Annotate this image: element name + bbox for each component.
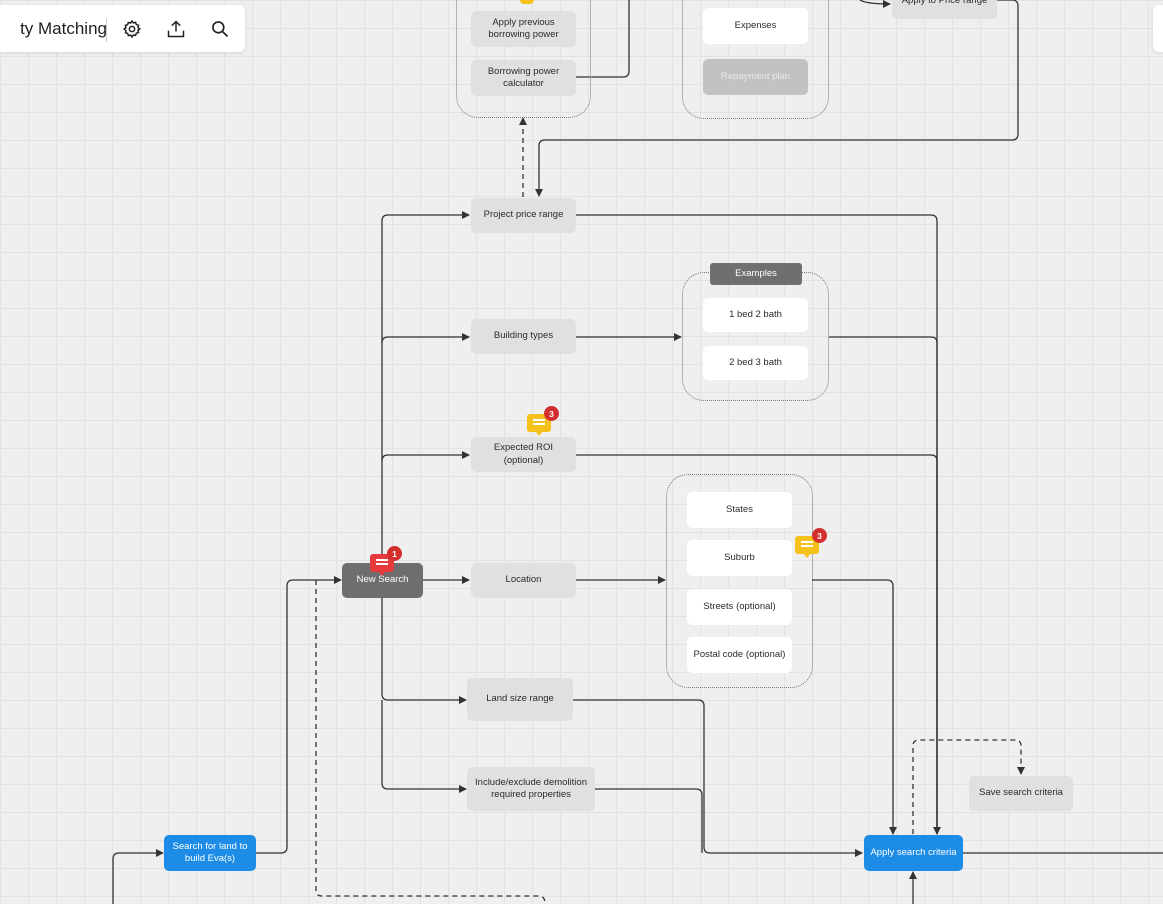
comment-count-badge: 3 bbox=[544, 406, 559, 421]
board-toolbar: ty Matching bbox=[0, 5, 245, 52]
comment-roi[interactable]: 3 bbox=[527, 406, 559, 436]
comment-new-search[interactable]: 1 bbox=[370, 546, 402, 576]
comment-lines bbox=[533, 419, 545, 421]
apply-search-criteria-node[interactable]: Apply search criteria bbox=[864, 835, 963, 871]
comment-tail bbox=[535, 431, 543, 436]
search-for-land-node[interactable]: Search for land to build Eva(s) bbox=[164, 835, 256, 871]
land-size-range-node[interactable]: Land size range bbox=[467, 678, 573, 721]
examples-group bbox=[682, 272, 829, 401]
suburb-node[interactable]: Suburb bbox=[687, 540, 792, 576]
right-panel-edge[interactable] bbox=[1153, 5, 1163, 52]
streets-node[interactable]: Streets (optional) bbox=[687, 589, 792, 625]
location-node[interactable]: Location bbox=[471, 563, 576, 598]
project-price-range-node[interactable]: Project price range bbox=[471, 198, 576, 233]
borrowing-calculator-node[interactable]: Borrowing power calculator bbox=[471, 60, 576, 96]
board-title[interactable]: ty Matching bbox=[20, 5, 107, 52]
bed-2-3-node[interactable]: 2 bed 3 bath bbox=[703, 346, 808, 380]
comment-count-badge: 3 bbox=[812, 528, 827, 543]
building-types-node[interactable]: Building types bbox=[471, 319, 576, 354]
examples-header: Examples bbox=[710, 263, 802, 285]
save-search-criteria-node[interactable]: Save search criteria bbox=[969, 776, 1073, 811]
comment-count-badge: 1 bbox=[387, 546, 402, 561]
repayment-plan-node[interactable]: Repayment plan bbox=[703, 59, 808, 95]
expected-roi-node[interactable]: Expected ROI (optional) bbox=[471, 437, 576, 472]
expenses-node[interactable]: Expenses bbox=[703, 8, 808, 44]
upload-icon[interactable] bbox=[164, 17, 188, 41]
demolition-node[interactable]: Include/exclude demolition required prop… bbox=[467, 767, 595, 811]
states-node[interactable]: States bbox=[687, 492, 792, 528]
gear-icon[interactable] bbox=[120, 17, 144, 41]
comment-lines bbox=[801, 541, 813, 543]
apply-previous-borrowing-node[interactable]: Apply previous borrowing power bbox=[471, 11, 576, 47]
comment-suburb[interactable]: 3 bbox=[795, 528, 827, 558]
toolbar-divider bbox=[106, 18, 107, 42]
search-icon[interactable] bbox=[208, 17, 232, 41]
comment-tail bbox=[803, 553, 811, 558]
comment-tail bbox=[378, 571, 386, 576]
comment-marker-partial[interactable] bbox=[520, 0, 534, 4]
bed-1-2-node[interactable]: 1 bed 2 bath bbox=[703, 298, 808, 332]
comment-lines bbox=[376, 559, 388, 561]
apply-price-range-node[interactable]: Apply to Price range bbox=[892, 0, 997, 19]
postal-code-node[interactable]: Postal code (optional) bbox=[687, 637, 792, 673]
